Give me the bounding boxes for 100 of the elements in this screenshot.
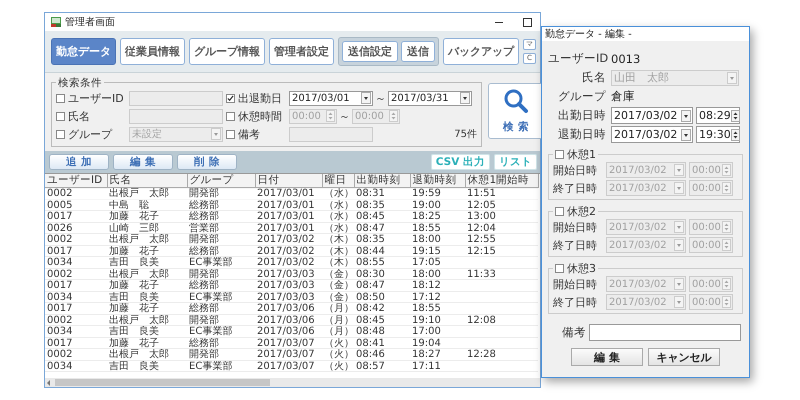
action-button[interactable]: 追 加 (49, 154, 109, 170)
toolbar-tab[interactable]: グループ情報 (189, 38, 265, 65)
caret-icon (674, 239, 684, 251)
checkbox[interactable] (56, 130, 65, 138)
toolbar-button[interactable]: 送信 (401, 41, 435, 62)
checkbox[interactable] (56, 94, 65, 102)
dialog-button[interactable]: 編 集 (571, 348, 643, 366)
table-cell-text: 18:55 (412, 222, 442, 234)
range-separator: ～ (375, 90, 386, 106)
field-label: ユーザーID (548, 51, 606, 66)
table-cell-text: 12:04 (467, 222, 497, 234)
spin-icon (722, 182, 731, 194)
table-cell-text: 0002 (47, 349, 74, 360)
field-label: 出勤日時 (557, 108, 606, 123)
dialog-button[interactable]: キャンセル (648, 348, 720, 366)
date-picker[interactable]: 2017/03/01 (289, 90, 373, 106)
table-cell-text: 08:30 (356, 268, 386, 280)
table-cell: （金） (324, 268, 354, 280)
table-cell-text: 0026 (47, 222, 74, 234)
time-spinner[interactable]: 08:29 (696, 107, 740, 124)
table-cell-text: 08:47 (356, 280, 386, 292)
table-cell-text: 11:33 (467, 268, 497, 280)
table-cell-text: 19:00 (412, 200, 442, 211)
checkbox[interactable] (56, 112, 65, 120)
field-label: 終了日時 (553, 238, 598, 252)
table-cell-text: 加藤 花子 (109, 338, 160, 349)
caret-icon (460, 92, 470, 104)
field-label: 備考 (561, 325, 586, 340)
toolbar-tab[interactable]: 勤怠データ (51, 38, 116, 65)
field-label: 出退勤日 (238, 90, 282, 106)
field-label: ユーザーID (68, 90, 124, 106)
result-count: 75件 (454, 128, 477, 141)
checkbox[interactable] (226, 94, 235, 102)
table-cell-text: 0002 (47, 268, 74, 280)
search-button[interactable]: 検 索 (488, 83, 544, 139)
table-cell-text: 2017/03/01 (257, 222, 316, 234)
table-cell-text: 0002 (47, 314, 74, 326)
window-title: 管理者画面 (65, 16, 115, 29)
table-cell-text: 2017/03/01 (257, 211, 316, 222)
table-cell-text: 12:15 (467, 246, 497, 257)
table-cell-text: 19:15 (412, 246, 442, 257)
date-picker[interactable]: 2017/03/31 (388, 90, 472, 106)
text-field[interactable] (129, 108, 223, 124)
checkbox[interactable] (226, 112, 235, 120)
toolbar-tab[interactable]: バックアップ (443, 38, 519, 65)
spin-icon (730, 110, 740, 122)
spin-icon (730, 128, 740, 140)
table-cell: （木） (324, 234, 354, 246)
date-picker[interactable]: 2017/03/02 (611, 126, 693, 143)
spin-icon (722, 164, 731, 176)
table-cell-text: 08:45 (356, 211, 386, 222)
time-spinner[interactable]: 19:30 (696, 126, 740, 143)
action-button[interactable]: 編 集 (113, 154, 173, 170)
date-picker[interactable]: 2017/03/02 (611, 107, 693, 124)
table-cell-text: 08:55 (356, 257, 386, 268)
table-cell-text: 08:47 (356, 222, 386, 234)
range-separator: ～ (339, 108, 350, 124)
table-cell: （木） (324, 246, 354, 257)
field-label: 休憩時間 (238, 108, 282, 124)
checkbox[interactable] (555, 264, 564, 273)
search-icon (503, 88, 529, 114)
table-cell-text: 0017 (47, 338, 74, 349)
table-cell-text: 12:28 (467, 349, 497, 360)
text-field[interactable] (129, 90, 223, 106)
table-cell-text: 08:44 (356, 246, 386, 257)
text-field[interactable] (289, 126, 373, 142)
memo-field[interactable] (589, 324, 741, 341)
table-cell-text: 0034 (47, 360, 74, 372)
caret-icon (681, 128, 691, 140)
column-header[interactable]: ユーザーID (47, 174, 106, 187)
toolbar-button[interactable]: 送信設定 (342, 41, 398, 62)
group-title: 休憩1 (567, 147, 596, 162)
toolbar-tab[interactable]: 管理者設定 (269, 38, 334, 65)
field-label: 退勤日時 (557, 127, 606, 142)
table-cell-text: 08:50 (356, 292, 386, 303)
field-label: 備考 (238, 126, 260, 142)
table-cell: （木） (324, 257, 354, 268)
table-cell-text: 0034 (47, 257, 74, 268)
checkbox[interactable] (555, 207, 564, 216)
table-cell-text: 0005 (47, 200, 74, 211)
checkbox[interactable] (555, 150, 564, 159)
table-cell: （火） (324, 349, 354, 360)
field-label: 開始日時 (553, 276, 598, 292)
table-cell: （金） (324, 292, 354, 303)
user-id-value: 0013 (611, 52, 640, 66)
field-label: 開始日時 (553, 162, 598, 178)
action-button[interactable]: 削 除 (177, 154, 237, 170)
spin-icon (326, 110, 335, 122)
toolbar-tab[interactable]: 従業員情報 (120, 38, 185, 65)
horizontal-scrollbar[interactable] (45, 378, 540, 387)
caret-icon (681, 110, 691, 122)
table-cell-text: 18:27 (412, 349, 442, 360)
table-cell-text: 中島 聡 (109, 200, 150, 211)
table-cell-text: 加藤 花子 (109, 246, 160, 257)
table-cell: （月） (324, 303, 354, 314)
checkbox[interactable] (226, 130, 235, 138)
table-cell-text: 08:57 (356, 360, 386, 372)
table-cell-text: 18:00 (412, 234, 442, 246)
field-label: 氏名 (68, 108, 90, 124)
table-cell-text: 2017/03/03 (257, 292, 316, 303)
